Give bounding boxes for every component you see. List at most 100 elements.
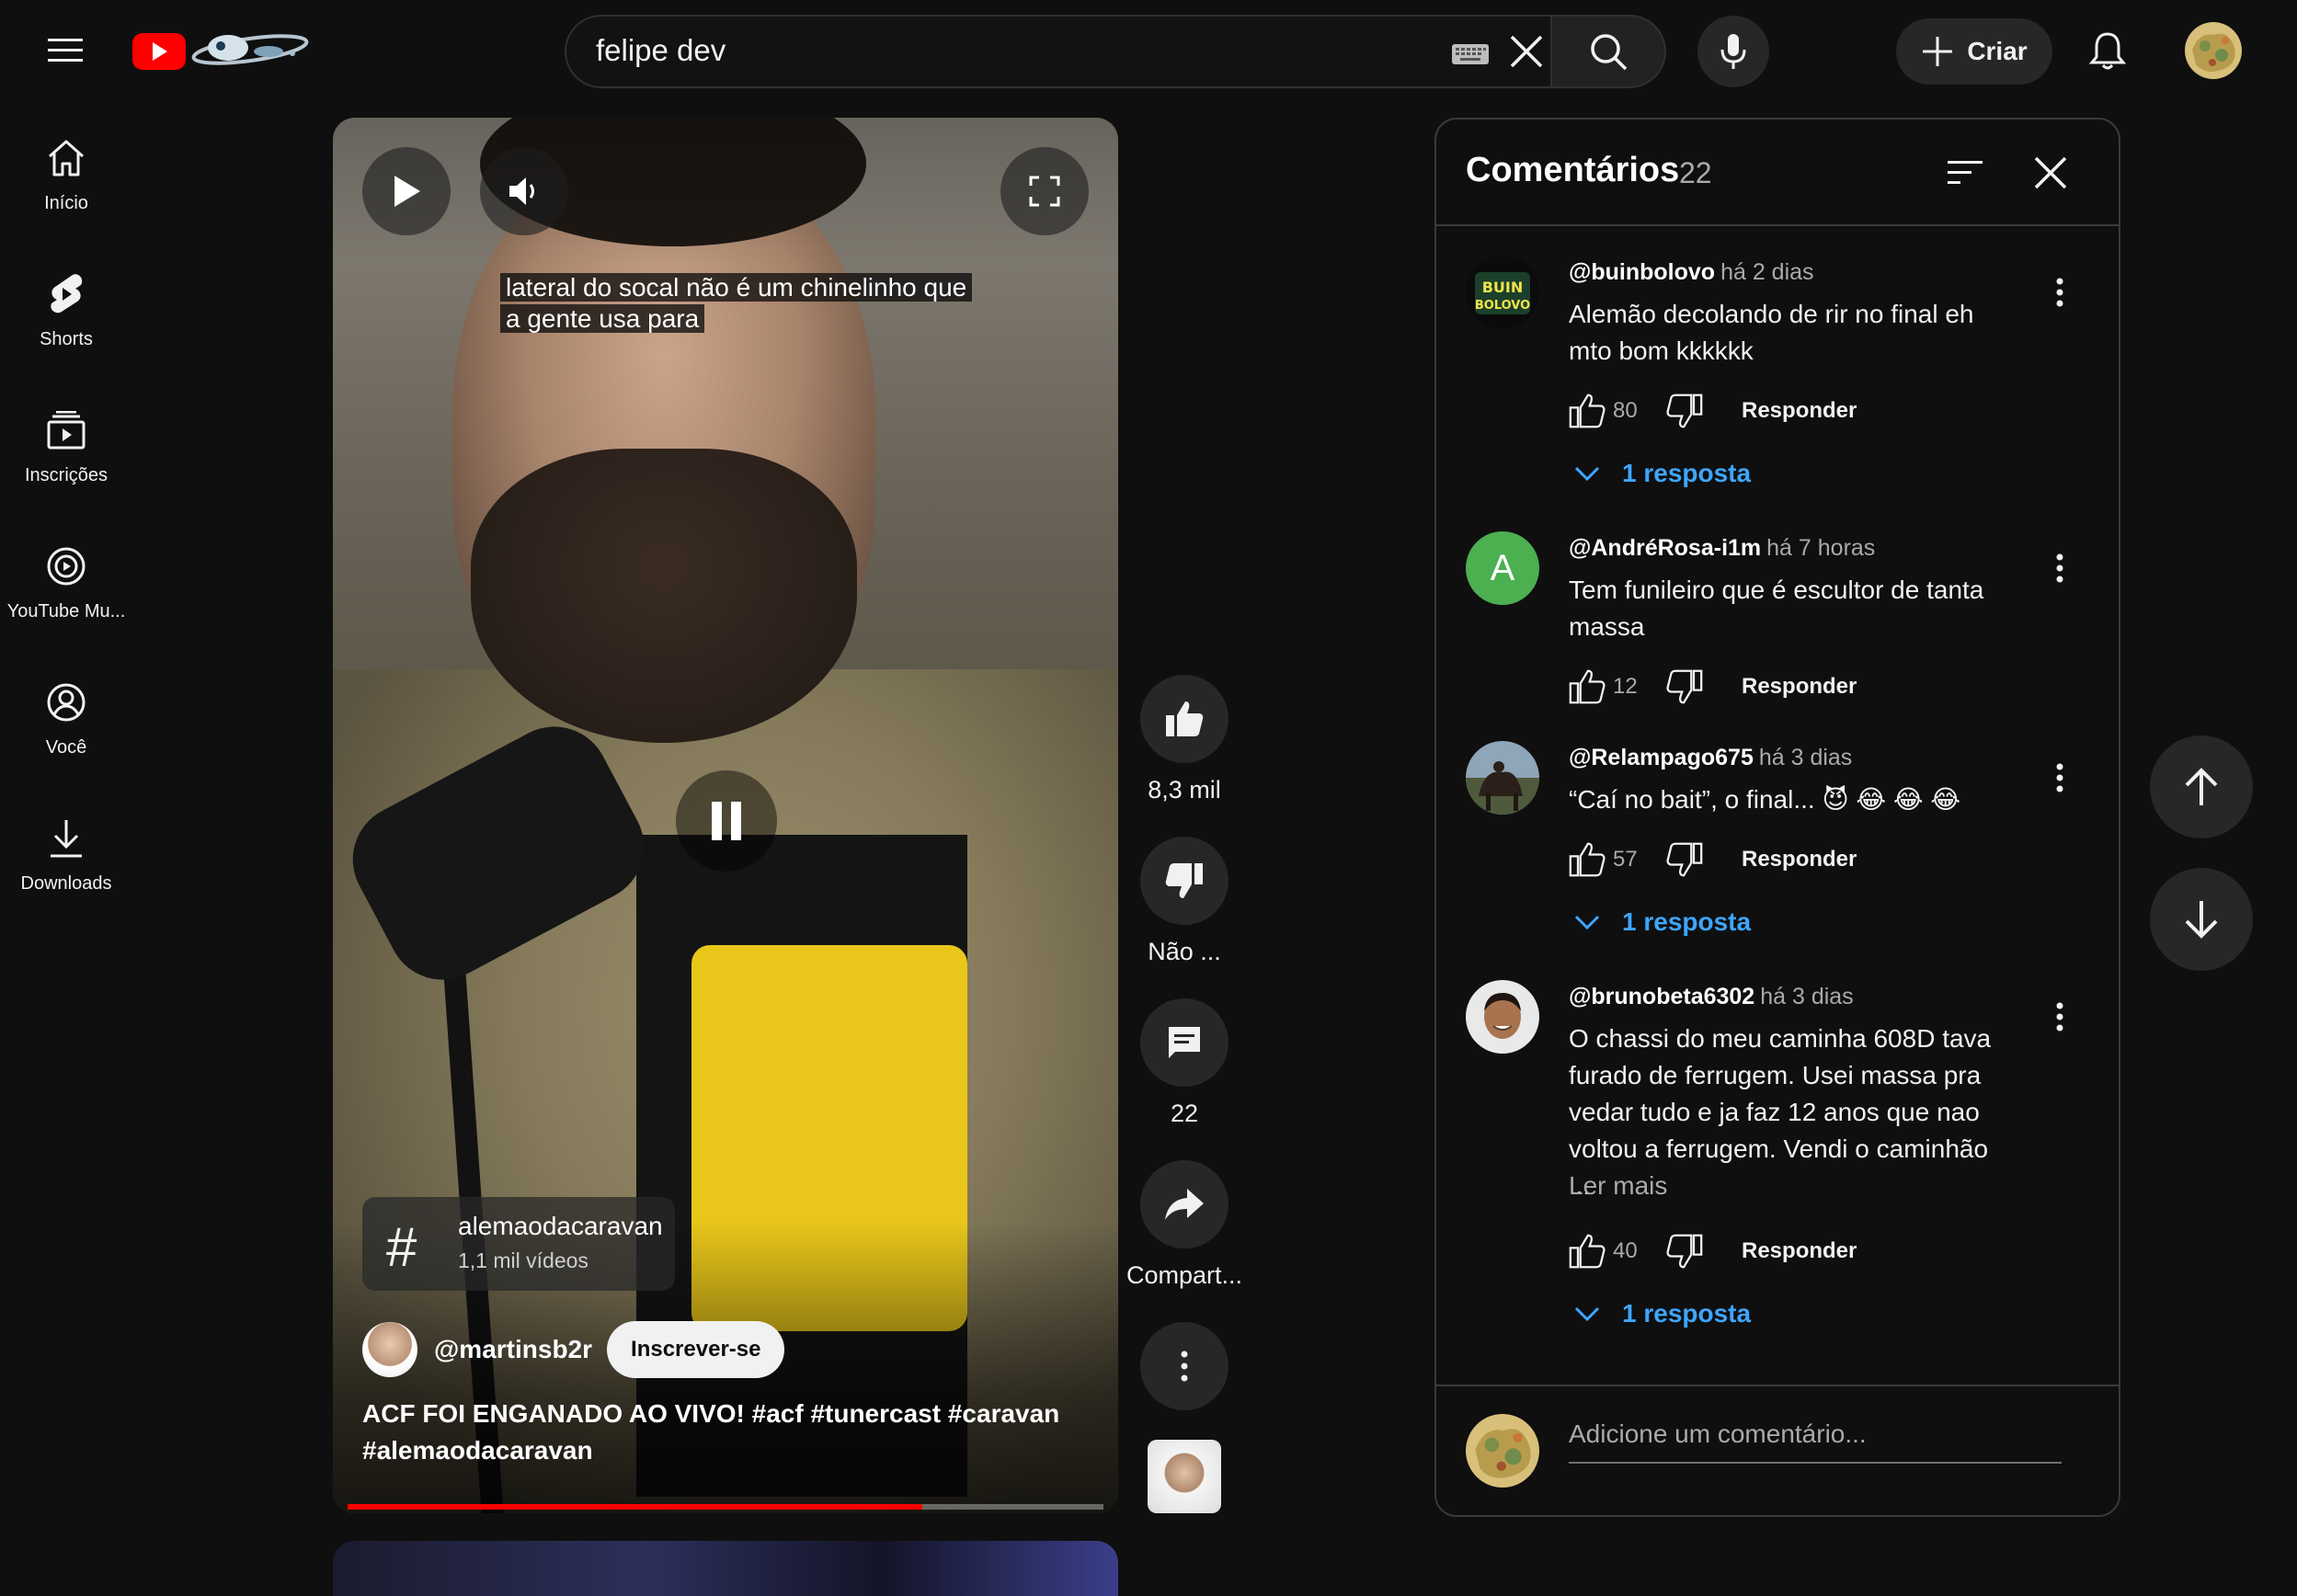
comment-author[interactable]: @AndréRosa-i1m (1569, 535, 1761, 561)
commenter-avatar[interactable] (1466, 980, 1539, 1054)
replies-count: 1 resposta (1622, 1299, 1752, 1328)
commenter-avatar[interactable]: BUIN BOLOVO (1466, 256, 1539, 329)
search-input[interactable]: felipe dev (596, 33, 726, 68)
caption-line-1: lateral do socal não é um chinelinho que (500, 273, 973, 302)
commenter-avatar[interactable] (1466, 741, 1539, 815)
hashtag-title: alemaodacaravan (458, 1212, 663, 1240)
video-progress-bar[interactable] (348, 1504, 1103, 1510)
thumbs-down-icon[interactable] (1666, 841, 1703, 878)
previous-short-button[interactable] (2150, 735, 2253, 838)
comment-menu-button[interactable] (2041, 752, 2078, 804)
channel-avatar[interactable] (362, 1322, 417, 1377)
comment-text: Alemão decolando de rir no final eh mto … (1569, 300, 1974, 365)
pause-icon (712, 802, 741, 840)
comment-author[interactable]: @buinbolovo (1569, 259, 1715, 285)
sidebar-item-shorts[interactable]: Shorts (0, 239, 132, 368)
comment-time[interactable]: há 3 dias (1760, 984, 1853, 1009)
comment-text: Tem funileiro que é escultor de tanta ma… (1569, 576, 1984, 641)
play-button[interactable] (362, 147, 451, 235)
view-replies-button[interactable]: 1 resposta (1569, 899, 1751, 945)
youtube-music-icon (47, 547, 86, 586)
next-short-preview[interactable] (333, 1541, 1118, 1596)
channel-name[interactable]: @martinsb2r (434, 1335, 592, 1364)
fullscreen-button[interactable] (1000, 147, 1089, 235)
clear-search-button[interactable] (1504, 29, 1548, 74)
video-title[interactable]: ACF FOI ENGANADO AO VIVO! #acf #tunercas… (362, 1396, 1061, 1469)
reply-button[interactable]: Responder (1742, 398, 1857, 424)
view-replies-button[interactable]: 1 resposta (1569, 450, 1751, 496)
sound-thumbnail[interactable] (1148, 1440, 1221, 1513)
comment-actions: 40 Responder (1569, 1228, 1857, 1274)
share-action: Compart... (1126, 1160, 1242, 1290)
comment-time[interactable]: há 2 dias (1720, 259, 1813, 285)
comment-time[interactable]: há 3 dias (1759, 745, 1852, 770)
comments-panel: Comentários 22 BUIN BOLOVO @buinbolovo há … (1434, 118, 2120, 1517)
reply-button[interactable]: Responder (1742, 1238, 1857, 1264)
thumbs-up-icon[interactable] (1569, 393, 1606, 429)
short-video-player[interactable]: lateral do socal não é um chinelinho que… (333, 118, 1118, 1513)
dislike-label: Não ... (1148, 938, 1221, 965)
sidebar-item-subscriptions[interactable]: Inscrições (0, 375, 132, 504)
arrow-down-icon (2185, 901, 2218, 939)
like-button[interactable] (1140, 675, 1228, 763)
read-more-link[interactable]: Ler mais (1569, 1171, 1667, 1201)
sidebar-item-youtube-music[interactable]: YouTube Mu... (0, 511, 132, 640)
menu-button[interactable] (37, 24, 96, 77)
replies-count: 1 resposta (1622, 459, 1752, 487)
hashtag-icon: # (386, 1216, 417, 1278)
play-icon (394, 176, 420, 207)
search-button[interactable] (1550, 15, 1666, 88)
comments-title: Comentários (1466, 151, 1680, 189)
sidebar-item-you[interactable]: Você (0, 647, 132, 776)
sidebar-item-label: Downloads (20, 873, 112, 894)
reply-button[interactable]: Responder (1742, 674, 1857, 700)
sidebar-item-home[interactable]: Início (0, 103, 132, 232)
comment-menu-button[interactable] (2041, 267, 2078, 318)
caption-line-2: a gente usa para (500, 304, 705, 333)
more-vertical-icon (2056, 278, 2063, 307)
sidebar-item-label: Inscrições (24, 465, 109, 485)
comment-author[interactable]: @brunobeta6302 (1569, 984, 1754, 1009)
bell-icon (2089, 32, 2126, 70)
shorts-icon (51, 274, 83, 314)
comment-author[interactable]: @Relampago675 (1569, 745, 1754, 770)
share-button[interactable] (1140, 1160, 1228, 1248)
thumbs-down-icon[interactable] (1666, 1233, 1703, 1270)
svg-text:BOLOVO: BOLOVO (1475, 299, 1530, 313)
keyboard-icon[interactable] (1451, 40, 1490, 66)
voice-search-button[interactable] (1697, 16, 1769, 87)
youtube-logo[interactable] (131, 24, 314, 77)
more-options-button[interactable] (1140, 1322, 1228, 1410)
thumbs-up-icon[interactable] (1569, 1233, 1606, 1270)
comments-button[interactable] (1140, 998, 1228, 1087)
account-avatar[interactable] (2185, 22, 2242, 79)
thumbs-up-icon[interactable] (1569, 841, 1606, 878)
thumbs-down-icon[interactable] (1666, 393, 1703, 429)
thumbs-down-icon[interactable] (1666, 668, 1703, 705)
sort-comments-button[interactable] (1942, 151, 1990, 195)
reply-button[interactable]: Responder (1742, 847, 1857, 872)
close-icon (1510, 35, 1543, 68)
thumbs-up-icon[interactable] (1569, 668, 1606, 705)
create-button[interactable]: Criar (1896, 18, 2052, 85)
microphone-icon (1720, 34, 1746, 69)
add-comment-input[interactable]: Adicione um comentário... (1569, 1419, 2062, 1464)
dislike-button[interactable] (1140, 837, 1228, 925)
close-comments-button[interactable] (2025, 147, 2076, 199)
pause-indicator[interactable] (676, 770, 777, 872)
sidebar-item-downloads[interactable]: Downloads (0, 783, 132, 912)
more-vertical-icon (2056, 763, 2063, 792)
subscribe-button[interactable]: Inscrever-se (607, 1321, 785, 1378)
notifications-button[interactable] (2080, 24, 2135, 79)
comment-menu-button[interactable] (2041, 991, 2078, 1043)
hashtag-chip[interactable]: # alemaodacaravan 1,1 mil vídeos (362, 1197, 675, 1291)
more-vertical-icon (2056, 553, 2063, 583)
commenter-avatar[interactable]: A (1466, 531, 1539, 605)
progress-fill (348, 1504, 922, 1510)
comment-menu-button[interactable] (2041, 542, 2078, 594)
volume-button[interactable] (480, 147, 568, 235)
view-replies-button[interactable]: 1 resposta (1569, 1291, 1751, 1337)
next-short-button[interactable] (2150, 868, 2253, 971)
comment-time[interactable]: há 7 horas (1766, 535, 1875, 561)
add-comment-area: Adicione um comentário... (1436, 1385, 2119, 1515)
